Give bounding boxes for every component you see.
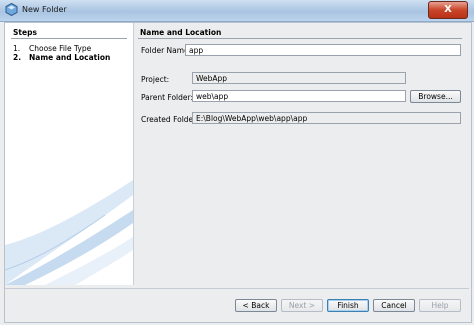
steps-panel: Steps 1. Choose File Type 2. Name and Lo… [5, 23, 134, 285]
steps-heading: Steps [13, 28, 37, 37]
window-title: New Folder [22, 5, 67, 14]
close-icon: X [444, 4, 452, 15]
parent-folder-input[interactable]: web\app [192, 90, 406, 102]
created-folder-field: E:\Blog\WebApp\web\app\app [192, 112, 461, 124]
step-label: Name and Location [29, 53, 111, 62]
decorative-swoosh-graphic [5, 180, 133, 285]
finish-button[interactable]: Finish [327, 299, 369, 312]
help-button[interactable]: Help [419, 299, 461, 312]
created-folder-label: Created Folder: [141, 115, 199, 124]
folder-name-label: Folder Name: [141, 46, 192, 55]
footer-divider [5, 288, 469, 289]
netbeans-app-icon [5, 3, 18, 16]
close-button[interactable]: X [428, 1, 468, 19]
step-number: 1. [13, 44, 21, 53]
folder-name-input[interactable]: app [185, 44, 461, 56]
browse-button[interactable]: Browse... [410, 90, 461, 103]
section-heading: Name and Location [140, 28, 222, 37]
project-label: Project: [141, 75, 170, 84]
back-button[interactable]: < Back [235, 299, 277, 312]
project-field: WebApp [192, 72, 406, 84]
step-label: Choose File Type [29, 44, 92, 53]
section-divider [138, 38, 462, 39]
steps-divider [11, 38, 127, 39]
next-button[interactable]: Next > [281, 299, 323, 312]
cancel-button[interactable]: Cancel [373, 299, 415, 312]
parent-folder-label: Parent Folder: [141, 93, 193, 102]
title-bar: New Folder X [0, 0, 474, 22]
step-number: 2. [13, 53, 22, 62]
